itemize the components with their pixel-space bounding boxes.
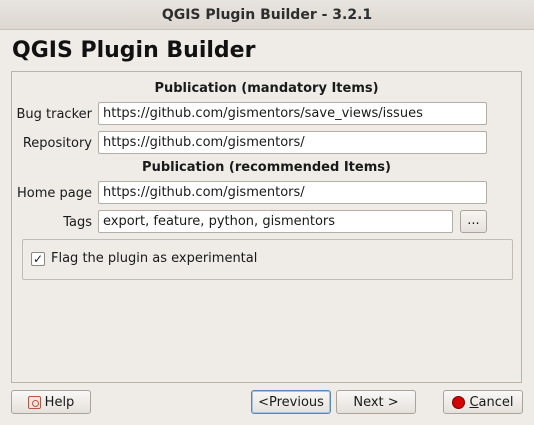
cancel-icon: [452, 395, 466, 409]
previous-button[interactable]: <Previous: [251, 390, 331, 414]
help-button-label: Help: [44, 394, 75, 410]
repository-input[interactable]: https://github.com/gismentors/: [98, 131, 487, 154]
next-button[interactable]: Next >: [336, 390, 416, 414]
cancel-button-label: Cancel: [469, 394, 514, 410]
wizard-panel: Publication (mandatory Items) Bug tracke…: [11, 71, 522, 383]
tags-browse-button[interactable]: ...: [460, 210, 487, 233]
tags-input[interactable]: export, feature, python, gismentors: [98, 210, 453, 233]
mandatory-section-title: Publication (mandatory Items): [154, 81, 379, 96]
window-titlebar[interactable]: QGIS Plugin Builder - 3.2.1: [0, 0, 534, 30]
experimental-groupbox: ✓ Flag the plugin as experimental: [22, 239, 513, 280]
bug-tracker-input[interactable]: https://github.com/gismentors/save_views…: [98, 102, 487, 125]
experimental-label[interactable]: Flag the plugin as experimental: [51, 251, 257, 266]
bug-tracker-label: Bug tracker: [16, 107, 92, 122]
help-button[interactable]: Help: [11, 390, 91, 414]
cancel-button[interactable]: Cancel: [443, 390, 523, 414]
page-title: QGIS Plugin Builder: [12, 38, 256, 63]
help-book-icon: [27, 395, 41, 409]
home-page-input[interactable]: https://github.com/gismentors/: [98, 181, 487, 204]
experimental-checkbox[interactable]: ✓: [31, 252, 45, 266]
window-title: QGIS Plugin Builder - 3.2.1: [161, 6, 373, 23]
previous-button-label: <Previous: [258, 394, 324, 410]
next-button-label: Next >: [353, 394, 399, 410]
home-page-label: Home page: [17, 186, 92, 201]
tags-label: Tags: [63, 215, 92, 230]
repository-label: Repository: [22, 136, 92, 151]
recommended-section-title: Publication (recommended Items): [142, 160, 391, 175]
